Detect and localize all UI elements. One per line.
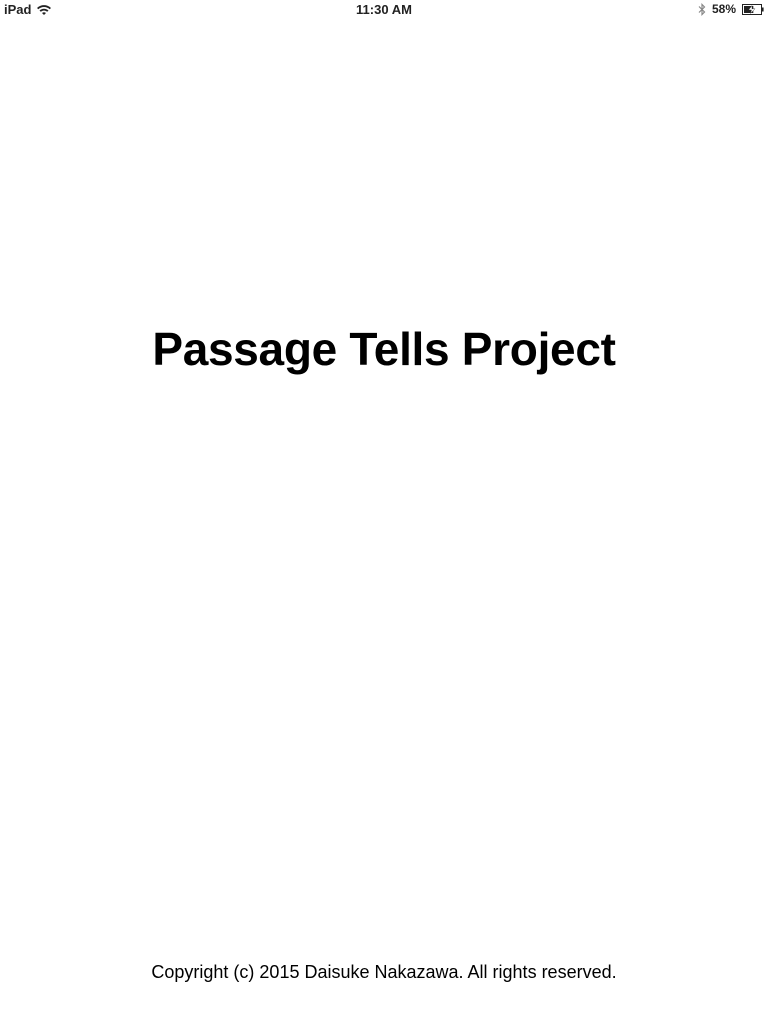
page-title: Passage Tells Project [152, 323, 616, 375]
copyright-text: Copyright (c) 2015 Daisuke Nakazawa. All… [151, 962, 617, 982]
status-bar: iPad 11:30 AM 58% [0, 0, 768, 20]
battery-charging-icon [742, 3, 764, 15]
bluetooth-icon [698, 2, 706, 16]
battery-percent: 58% [711, 2, 736, 16]
status-time: 11:30 AM [356, 2, 412, 17]
status-right: 58% [698, 2, 764, 16]
